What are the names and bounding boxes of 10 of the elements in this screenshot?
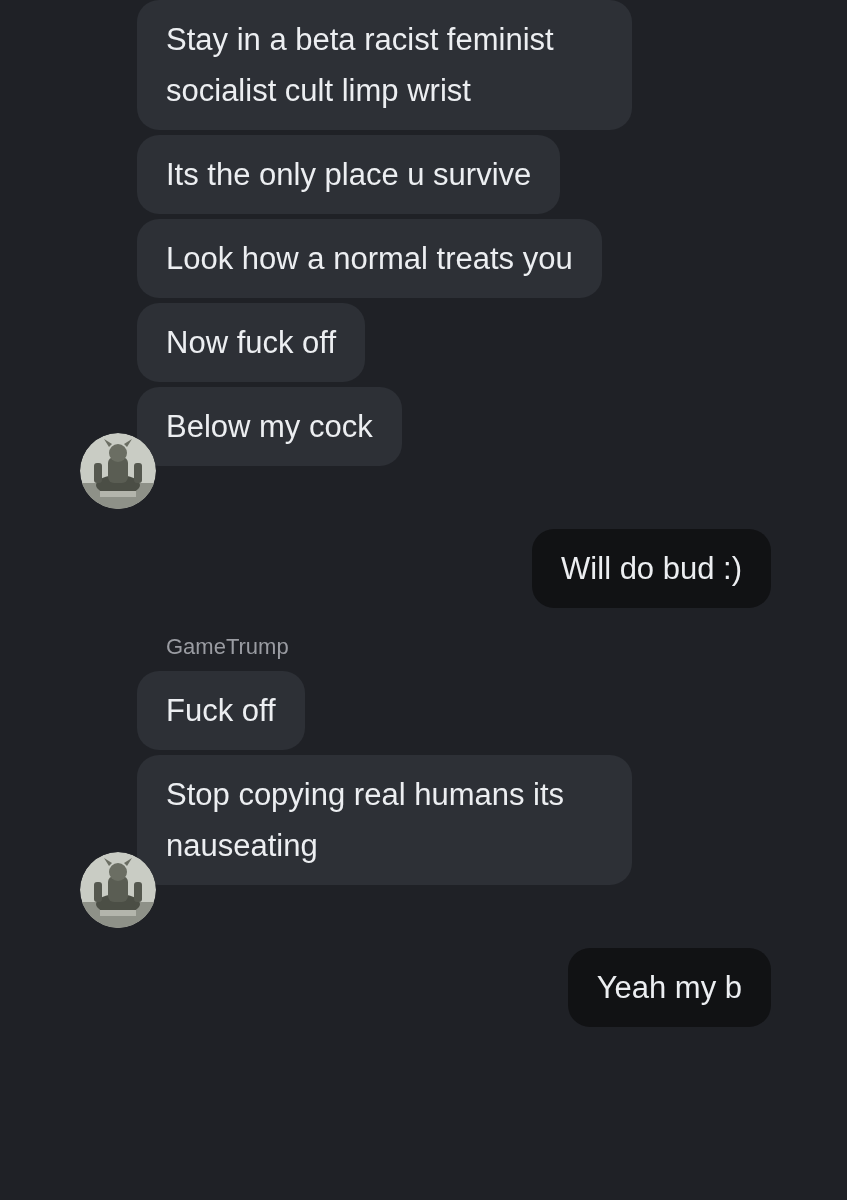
message-bubble: Look how a normal treats you: [137, 219, 602, 298]
message-bubble: Fuck off: [137, 671, 305, 750]
message-bubble: Stop copying real humans its nauseating: [137, 755, 632, 885]
sender-name: GameTrump: [166, 634, 290, 660]
message-bubble: Stay in a beta racist feminist socialist cult limp wrist: [137, 0, 632, 130]
message-bubble: Its the only place u survive: [137, 135, 561, 214]
message-bubble: Yeah my b: [567, 948, 771, 1027]
message-bubble: Will do bud :): [532, 529, 771, 608]
message-bubble: Below my cock: [137, 387, 402, 466]
message-bubble: Now fuck off: [137, 303, 365, 382]
